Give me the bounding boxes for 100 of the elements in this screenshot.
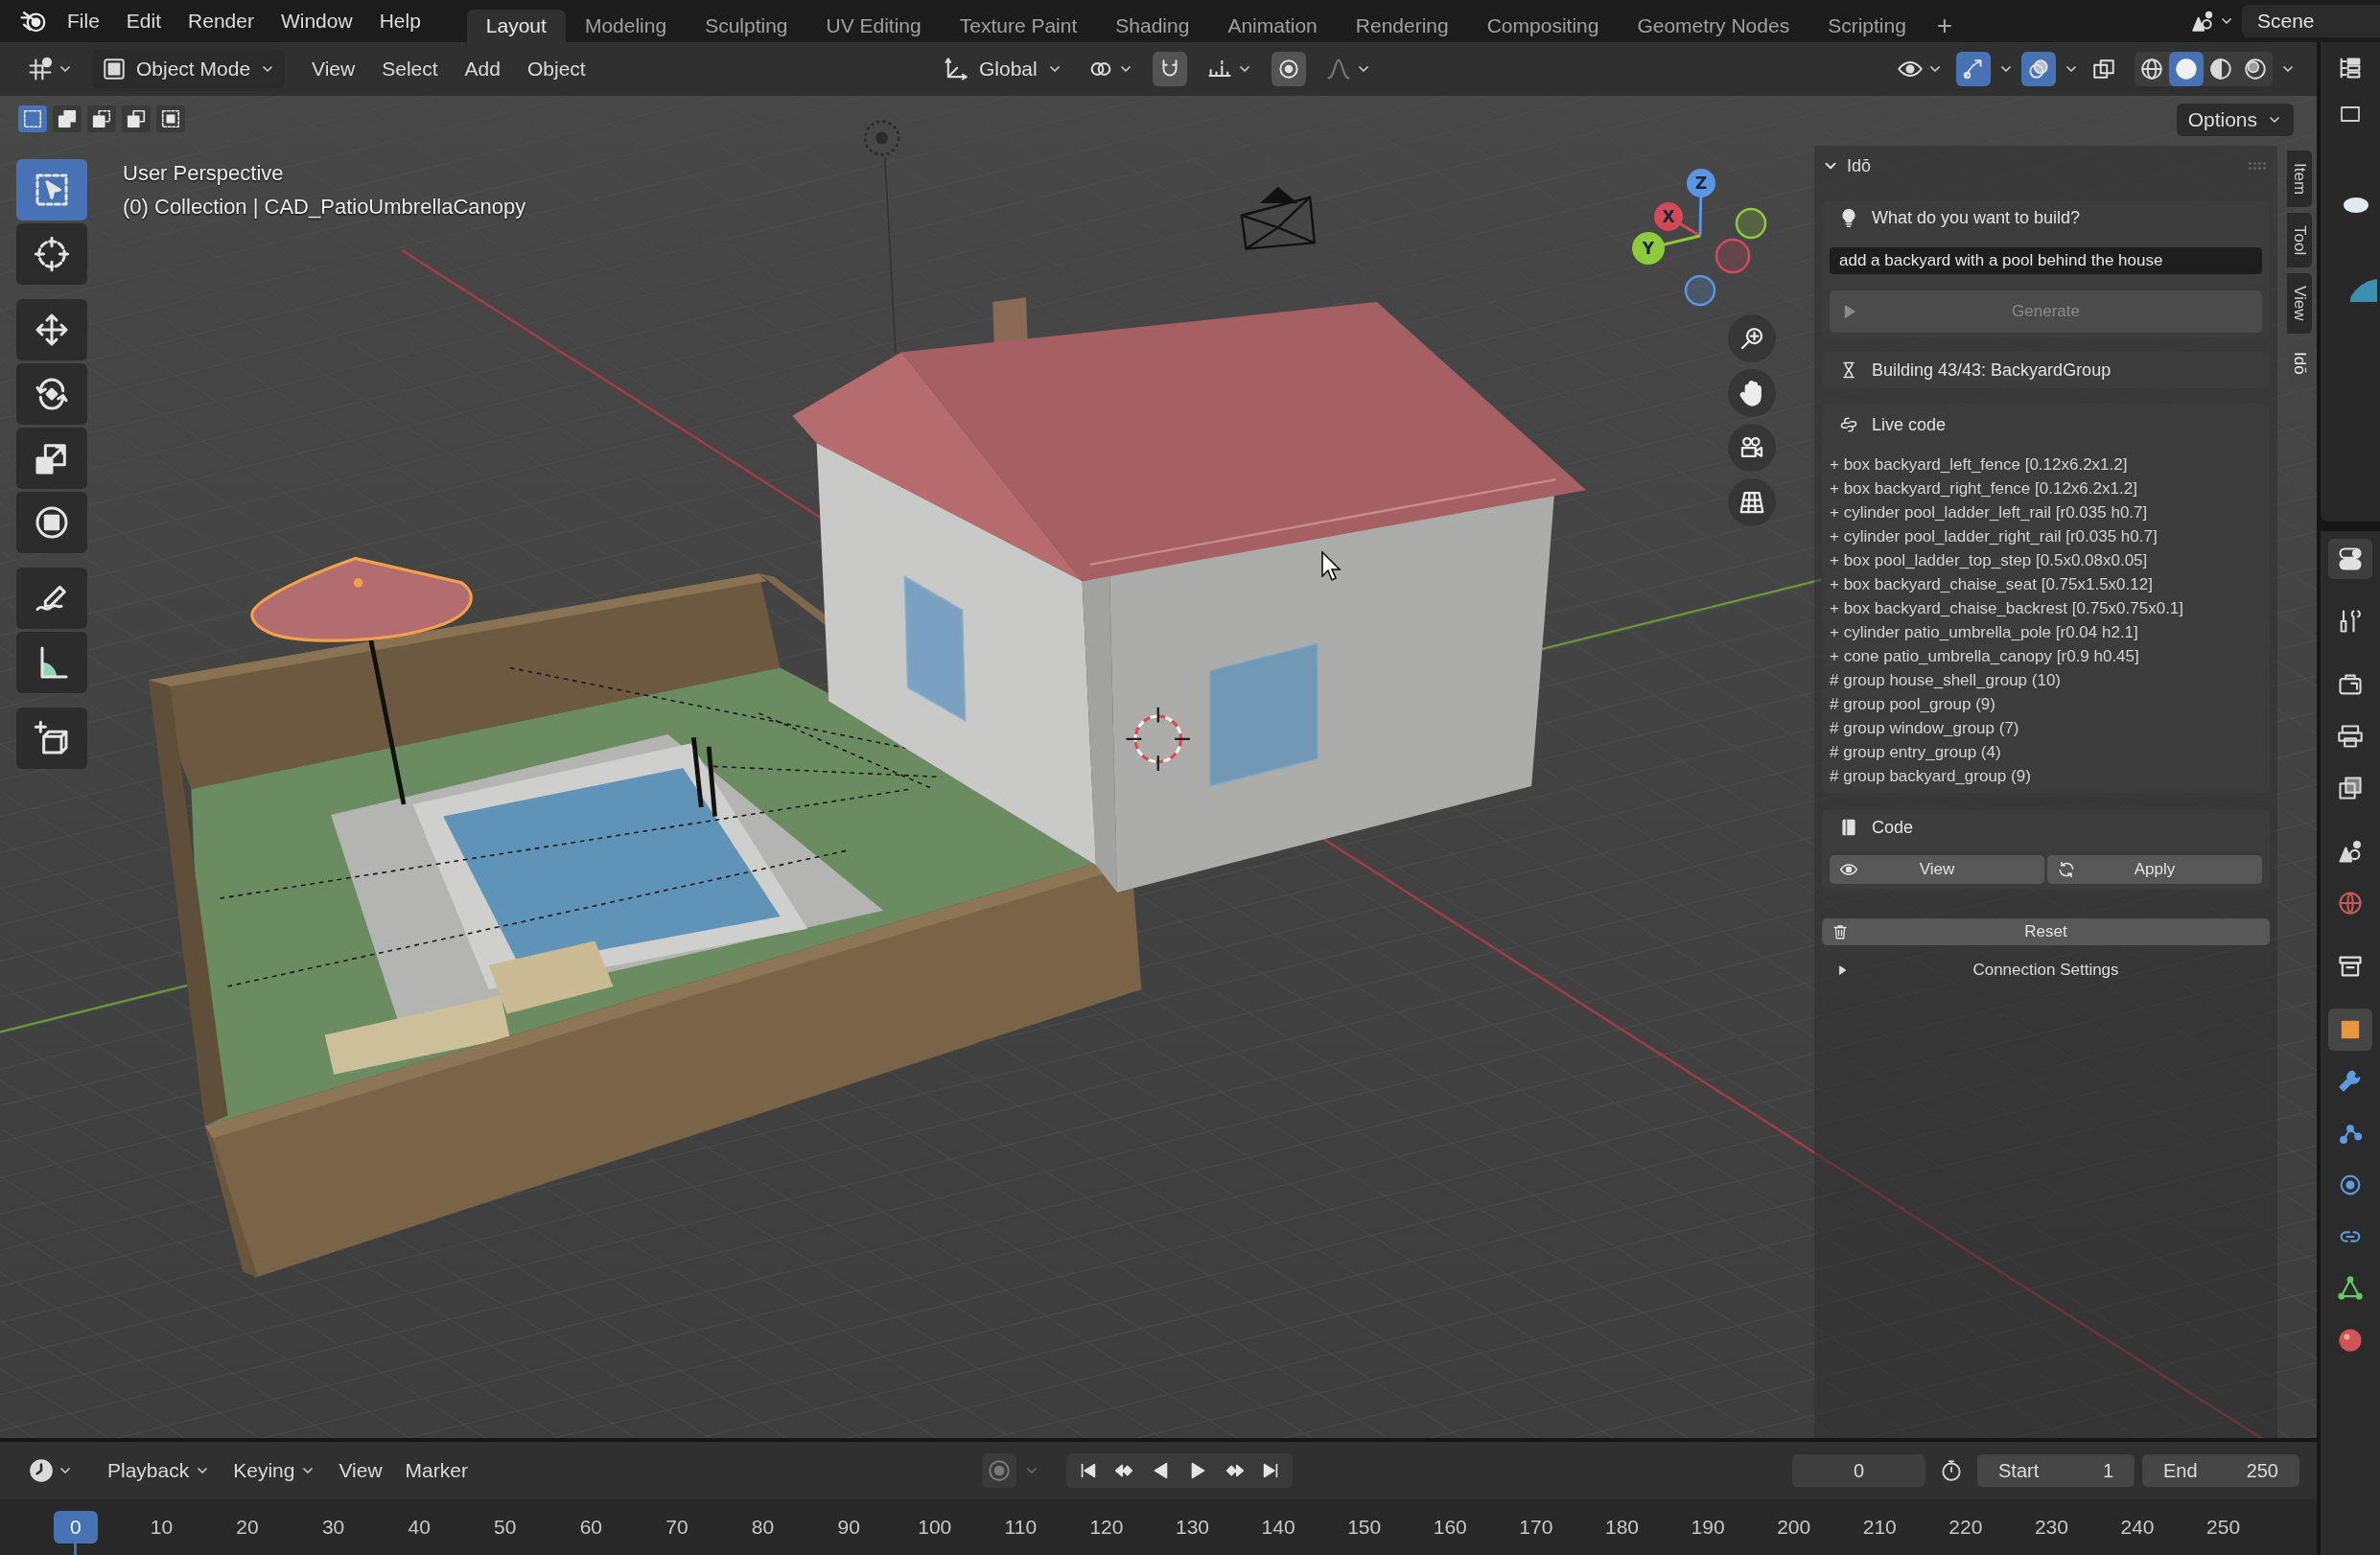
options-dropdown[interactable]: Options xyxy=(2176,104,2294,136)
panel-title[interactable]: Idō xyxy=(1847,155,1872,176)
workspace-tab[interactable]: Compositing xyxy=(1467,10,1619,42)
tool-button[interactable] xyxy=(16,223,87,285)
apply-button[interactable]: Apply xyxy=(2047,855,2262,884)
camera-view-button[interactable] xyxy=(1728,424,1776,472)
workspace-tab[interactable]: Scripting xyxy=(1808,10,1925,42)
selection-mode-button[interactable] xyxy=(53,105,82,132)
sidebar-tab[interactable]: Idō xyxy=(2287,338,2312,387)
scene-name-field[interactable]: Scene xyxy=(2242,5,2380,37)
header-menu-item[interactable]: Object xyxy=(513,50,599,88)
frame-number: 90 xyxy=(836,1516,861,1539)
workspace-tab[interactable]: Texture Paint xyxy=(940,10,1097,42)
proportional-editing-toggle[interactable] xyxy=(1271,52,1306,86)
properties-tab[interactable] xyxy=(2328,1009,2372,1051)
frame-number: 120 xyxy=(1088,1516,1125,1539)
start-frame-field[interactable]: Start 1 xyxy=(1977,1454,2135,1487)
view-button[interactable]: View xyxy=(1830,855,2044,884)
field-value: 250 xyxy=(2246,1459,2278,1482)
frame-ruler[interactable]: 0 10 20 30 40 50 60 70 80 90 100 110 120 130 140 150 160 170 180 190 200 210 220 230 240 250 xyxy=(0,1499,2317,1555)
tool-button[interactable] xyxy=(16,299,87,360)
zoom-button[interactable] xyxy=(1728,314,1776,362)
current-frame-field[interactable]: 0 xyxy=(1792,1454,1925,1487)
code-line: + cylinder patio_umbrella_pole [r0.04 h2.1] xyxy=(1830,622,2139,643)
frame-number: 80 xyxy=(750,1516,776,1539)
header-menu-item[interactable]: Select xyxy=(368,50,452,88)
object-mode-dropdown[interactable]: Object Mode xyxy=(92,50,286,88)
header-menu-item[interactable]: View xyxy=(298,50,369,88)
sidebar-tab[interactable]: View xyxy=(2287,273,2312,334)
selection-mode-button[interactable] xyxy=(87,105,116,132)
reset-button[interactable]: Reset xyxy=(1822,918,2270,945)
frame-number: 50 xyxy=(493,1516,518,1539)
axis-handle[interactable] xyxy=(1654,202,1683,231)
timeline-menu-item[interactable]: Keying xyxy=(222,1451,328,1490)
negative-axis-handle[interactable] xyxy=(1735,207,1767,240)
add-workspace-button[interactable]: + xyxy=(1925,10,1965,42)
workspace-tab[interactable]: Modeling xyxy=(565,10,687,42)
tool-button[interactable] xyxy=(16,492,87,553)
menu-item[interactable]: Help xyxy=(365,4,434,38)
gizmos-toggle[interactable] xyxy=(1956,52,1991,86)
frame-number: 110 xyxy=(1003,1516,1038,1539)
printer-icon xyxy=(2337,723,2364,750)
workspace-tab[interactable]: Geometry Nodes xyxy=(1618,10,1809,42)
menu-item[interactable]: File xyxy=(54,4,113,38)
stopwatch-icon[interactable] xyxy=(1939,1458,1964,1483)
orientation-dropdown[interactable]: Global xyxy=(937,50,1068,88)
header-menu-item[interactable]: Add xyxy=(451,50,514,88)
code-line: # group pool_group (9) xyxy=(1830,694,1996,715)
workspace-tab[interactable]: Sculpting xyxy=(686,10,807,42)
axis-handle[interactable] xyxy=(1632,232,1665,265)
timeline-menu-item[interactable]: View xyxy=(327,1451,394,1490)
frame-number: 210 xyxy=(1861,1516,1898,1539)
section-title: Code xyxy=(1872,817,1914,838)
timeline-menu-item[interactable]: Marker xyxy=(393,1451,479,1490)
menu-item[interactable]: Window xyxy=(267,4,366,38)
negative-axis-handle[interactable] xyxy=(1684,274,1716,307)
tool-button[interactable] xyxy=(16,568,87,629)
prompt-input-field[interactable]: add a backyard with a pool behind the house xyxy=(1830,247,2262,274)
sidebar-tab[interactable]: Tool xyxy=(2287,213,2312,268)
overlays-toggle[interactable] xyxy=(2021,52,2056,86)
editor-type-button[interactable] xyxy=(2328,539,2372,579)
tool-button[interactable] xyxy=(16,632,87,693)
tool-button[interactable] xyxy=(16,428,87,489)
timeline-menu-item[interactable]: Playback xyxy=(96,1451,222,1490)
selection-mode-icon xyxy=(57,108,78,129)
frame-number: 10 xyxy=(149,1516,175,1539)
frame-number: 170 xyxy=(1518,1516,1554,1539)
workspace-tab[interactable]: UV Editing xyxy=(806,10,941,42)
workspace-tab[interactable]: Rendering xyxy=(1336,10,1468,42)
selection-mode-button[interactable] xyxy=(18,105,47,132)
workspace-tab[interactable]: Layout xyxy=(466,10,566,42)
axis-label: Y xyxy=(1642,239,1655,258)
shading-mode-button[interactable] xyxy=(2169,52,2204,86)
pan-button[interactable] xyxy=(1728,369,1776,417)
globe-icon xyxy=(2337,890,2364,917)
connection-settings-toggle[interactable]: Connection Settings xyxy=(1822,953,2270,987)
workspace-tab[interactable]: Shading xyxy=(1096,10,1209,42)
menu-item[interactable]: Render xyxy=(175,4,268,38)
frame-number: 240 xyxy=(2119,1516,2156,1539)
menu-item[interactable]: Edit xyxy=(112,4,175,38)
tool-button[interactable] xyxy=(16,708,87,769)
mouse-pointer-icon xyxy=(1320,550,1342,583)
selection-mode-button[interactable] xyxy=(156,105,185,132)
perspective-toggle-button[interactable] xyxy=(1728,478,1776,526)
frame-number: 140 xyxy=(1260,1516,1296,1539)
oval-icon[interactable] xyxy=(2342,196,2370,215)
tool-button[interactable] xyxy=(16,363,87,425)
workspace-tab[interactable]: Animation xyxy=(1208,10,1337,42)
axis-label: Z xyxy=(1694,174,1708,193)
auto-keying-toggle[interactable] xyxy=(982,1453,1016,1488)
selection-mode-button[interactable] xyxy=(122,105,151,132)
sidebar-tab[interactable]: Item xyxy=(2287,151,2312,208)
playhead-frame[interactable]: 0 xyxy=(53,1511,98,1543)
axis-handle[interactable] xyxy=(1687,169,1715,197)
end-frame-field[interactable]: End 250 xyxy=(2142,1454,2299,1487)
snap-toggle[interactable] xyxy=(1152,52,1187,86)
lightbulb-icon xyxy=(1839,208,1858,227)
scene-selector-button[interactable] xyxy=(2190,9,2234,34)
negative-axis-handle[interactable] xyxy=(1715,238,1751,274)
field-value: 1 xyxy=(2102,1459,2113,1482)
